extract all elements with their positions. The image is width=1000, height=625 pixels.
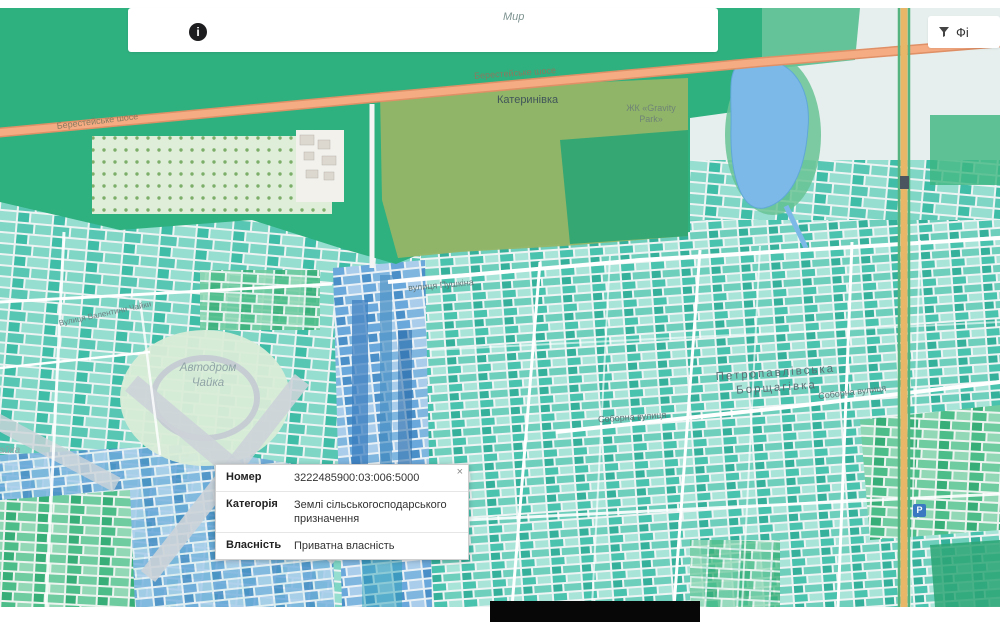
popup-value: Приватна власність	[294, 540, 395, 552]
filter-button[interactable]: Фі	[928, 16, 1000, 48]
popup-value: Землі сільськогосподарського призначення	[294, 499, 447, 525]
popup-close-button[interactable]: ×	[457, 466, 463, 478]
popup-row-category: Категорія Землі сільськогосподарського п…	[216, 492, 468, 533]
parking-icon: Р	[913, 504, 926, 517]
popup-value: 3222485900:03:006:5000	[294, 472, 420, 484]
filter-funnel-icon	[939, 27, 949, 37]
info-button[interactable]: i	[189, 23, 207, 41]
popup-row-ownership: Власність Приватна власність	[216, 533, 468, 559]
cadastral-map-app: Мир Берестейське шосе Берестейське шосе …	[0, 0, 1000, 625]
map-canvas[interactable]	[0, 0, 1000, 607]
popup-label: Власність	[226, 539, 282, 551]
parcel-info-popup: × Номер 3222485900:03:006:5000 Категорія…	[215, 464, 469, 560]
toolbar: i	[128, 8, 718, 52]
popup-label: Номер	[226, 471, 262, 483]
home-indicator-bar	[490, 601, 700, 622]
popup-label: Категорія	[226, 498, 278, 510]
road-marker	[900, 176, 909, 189]
road-vertical-right	[897, 0, 911, 607]
popup-row-number: Номер 3222485900:03:006:5000	[216, 465, 468, 492]
filter-label: Фі	[956, 24, 969, 40]
top-margin	[0, 0, 1000, 8]
